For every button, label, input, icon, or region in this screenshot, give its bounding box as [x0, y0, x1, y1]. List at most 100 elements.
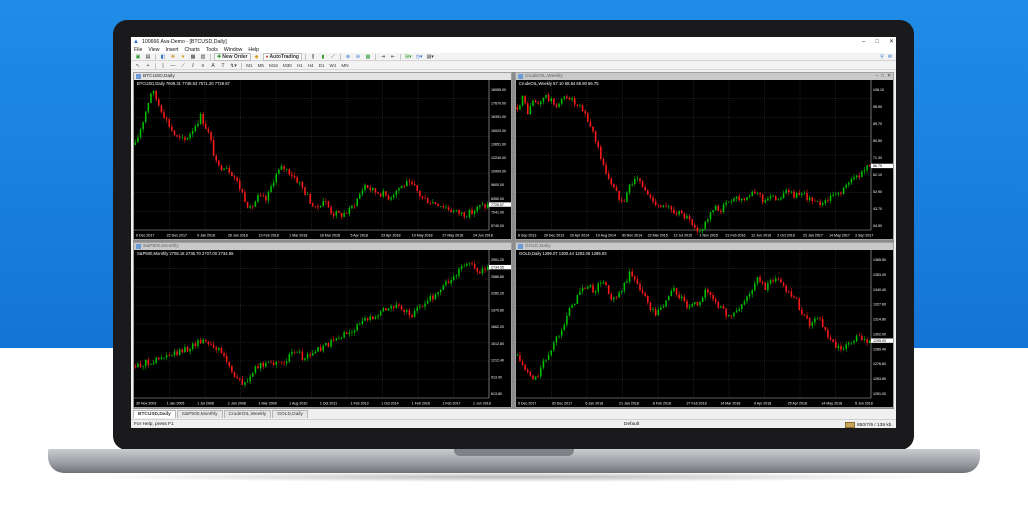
chart-window-crudeoil[interactable]: CrudeOIL,Weekly – □ ✕ CrudeOIL,Weekly 67…: [515, 72, 894, 240]
templates-icon[interactable]: ▤▾: [426, 53, 435, 61]
chart-window-sp500[interactable]: S&P500,Monthly S&P500,Monthly 2708.16 27…: [133, 242, 512, 408]
chart-window-gold[interactable]: GOLD,Daily GOLD,Daily 1299.07 1300.44 12…: [515, 242, 894, 408]
candle-body: [699, 230, 701, 232]
timeframe-m5[interactable]: M5: [256, 63, 265, 68]
toolbar-separator: [339, 53, 341, 60]
candle-body: [387, 195, 390, 200]
profiles-icon[interactable]: ▤: [144, 53, 152, 61]
candle-body: [600, 146, 602, 159]
chart-canvas[interactable]: 2901.20 2586.80 2282.20 1970.80 1662.20 1512.…: [134, 250, 511, 407]
terminal-icon[interactable]: ▦: [189, 53, 197, 61]
chart-canvas[interactable]: 1365.50 1353.00 1340.40 1327.60 1314.80 1302.…: [516, 250, 893, 407]
tab-sp500[interactable]: S&P500,Monthly: [176, 410, 223, 418]
date-tick-label: 20 Dec 2017: [552, 402, 572, 406]
minimize-icon[interactable]: –: [875, 74, 878, 79]
price-tick-label: 1512.80: [491, 342, 504, 346]
timeframe-w1[interactable]: W1: [328, 63, 338, 68]
candle-body: [249, 376, 251, 382]
candle-body: [560, 330, 563, 336]
candle-body: [267, 362, 270, 363]
candle-body: [691, 219, 693, 225]
candle-body: [262, 362, 264, 367]
maximize-icon[interactable]: □: [875, 39, 879, 45]
date-tick-label: 27 May 2018: [442, 234, 463, 238]
chart-canvas[interactable]: 18955.00 17670.00 16391.00 15020.00 13651.00…: [134, 80, 511, 239]
vertical-line-icon[interactable]: |: [159, 62, 167, 70]
chart-canvas[interactable]: 108.10 98.90 89.70 80.50 71.30 62.10 52.90 43.7…: [516, 80, 893, 239]
timeframe-m30[interactable]: M30: [281, 63, 293, 68]
candle-body: [460, 266, 463, 269]
label-icon[interactable]: T: [219, 62, 227, 70]
candle-body: [712, 295, 714, 300]
trendline-icon[interactable]: ⟋: [179, 62, 187, 70]
candle-body: [532, 375, 534, 380]
candle-body: [434, 202, 437, 205]
tester-icon[interactable]: ▥: [199, 53, 207, 61]
timeframe-h1[interactable]: H1: [295, 63, 304, 68]
horizontal-line-icon[interactable]: —: [169, 62, 177, 70]
maximize-icon[interactable]: □: [881, 74, 884, 79]
chart-window-btcusd[interactable]: BTCUSD,Daily BTCUSD,Daily 7609.31 7748.5…: [133, 72, 512, 240]
autoscroll-icon[interactable]: ⇤: [389, 53, 397, 61]
candle-body: [421, 306, 424, 308]
navigator-icon[interactable]: ★: [179, 53, 187, 61]
text-icon[interactable]: A: [209, 62, 217, 70]
minimize-icon[interactable]: –: [862, 39, 865, 45]
timeframe-d1[interactable]: D1: [317, 63, 326, 68]
new-order-button[interactable]: ✚ New Order: [214, 52, 251, 61]
candle-body: [152, 90, 155, 94]
timeframe-m1[interactable]: M1: [245, 63, 254, 68]
laptop-notch: [454, 449, 574, 456]
candle-body: [688, 216, 691, 220]
candle-body: [837, 346, 840, 348]
close-icon[interactable]: ✕: [889, 38, 894, 45]
bar-chart-icon[interactable]: ⫼: [309, 53, 317, 61]
cursor-icon[interactable]: ↖: [134, 62, 142, 70]
new-chart-icon[interactable]: ▣: [134, 53, 142, 61]
close-icon[interactable]: ✕: [887, 74, 891, 79]
indicators-icon[interactable]: ⊞▾: [404, 53, 413, 61]
candle-body: [542, 97, 545, 102]
arrows-icon[interactable]: ↯▾: [229, 62, 238, 70]
fibonacci-icon[interactable]: ≡: [199, 62, 207, 70]
candle-body: [631, 271, 633, 277]
toolbar-separator: [155, 62, 156, 69]
candle-body: [526, 369, 529, 372]
candle-body: [777, 199, 780, 201]
line-chart-icon[interactable]: ⟋: [329, 53, 337, 61]
candle-body: [215, 155, 218, 161]
zoom-out-icon[interactable]: ⊖: [354, 53, 362, 61]
chart-window-icon: [136, 244, 141, 249]
status-profile[interactable]: Default: [624, 422, 639, 427]
tab-btcusd[interactable]: BTCUSD,Daily: [133, 410, 176, 418]
candlestick-icon[interactable]: ▮: [319, 53, 327, 61]
chart-shift-icon[interactable]: ⇥: [379, 53, 387, 61]
candle-body: [816, 201, 819, 202]
candle-body: [720, 210, 722, 213]
candle-body: [426, 198, 429, 204]
candle-body: [400, 306, 403, 310]
search-icon[interactable]: ⚲: [880, 54, 884, 60]
autotrading-button[interactable]: ● AutoTrading: [262, 52, 302, 61]
candle-body: [607, 173, 610, 179]
timeframe-h4[interactable]: H4: [306, 63, 315, 68]
metaeditor-icon[interactable]: ◆: [253, 53, 261, 61]
data-window-icon[interactable]: ✥: [169, 53, 177, 61]
market-watch-icon[interactable]: ◧: [159, 53, 167, 61]
tab-gold[interactable]: GOLD,Daily: [272, 410, 308, 418]
candle-body: [657, 205, 660, 206]
candle-body: [618, 292, 620, 298]
date-tick-label: 23 Apr 2018: [381, 234, 400, 238]
tab-crudeoil[interactable]: CrudeOIL,Weekly: [223, 410, 272, 418]
timeframe-m15[interactable]: M15: [267, 63, 279, 68]
zoom-in-icon[interactable]: ⊕: [344, 53, 352, 61]
candle-body: [801, 309, 803, 315]
timeframe-mn[interactable]: MN: [340, 63, 350, 68]
price-tick-label: 10900.00: [491, 170, 506, 174]
crosshair-icon[interactable]: +: [144, 62, 152, 70]
tile-windows-icon[interactable]: ▦: [364, 53, 372, 61]
channel-icon[interactable]: ⫽: [189, 62, 197, 70]
chat-icon[interactable]: ✉: [888, 54, 892, 60]
periods-icon[interactable]: ◷▾: [415, 53, 424, 61]
current-price-label: 7726.67: [491, 203, 504, 207]
